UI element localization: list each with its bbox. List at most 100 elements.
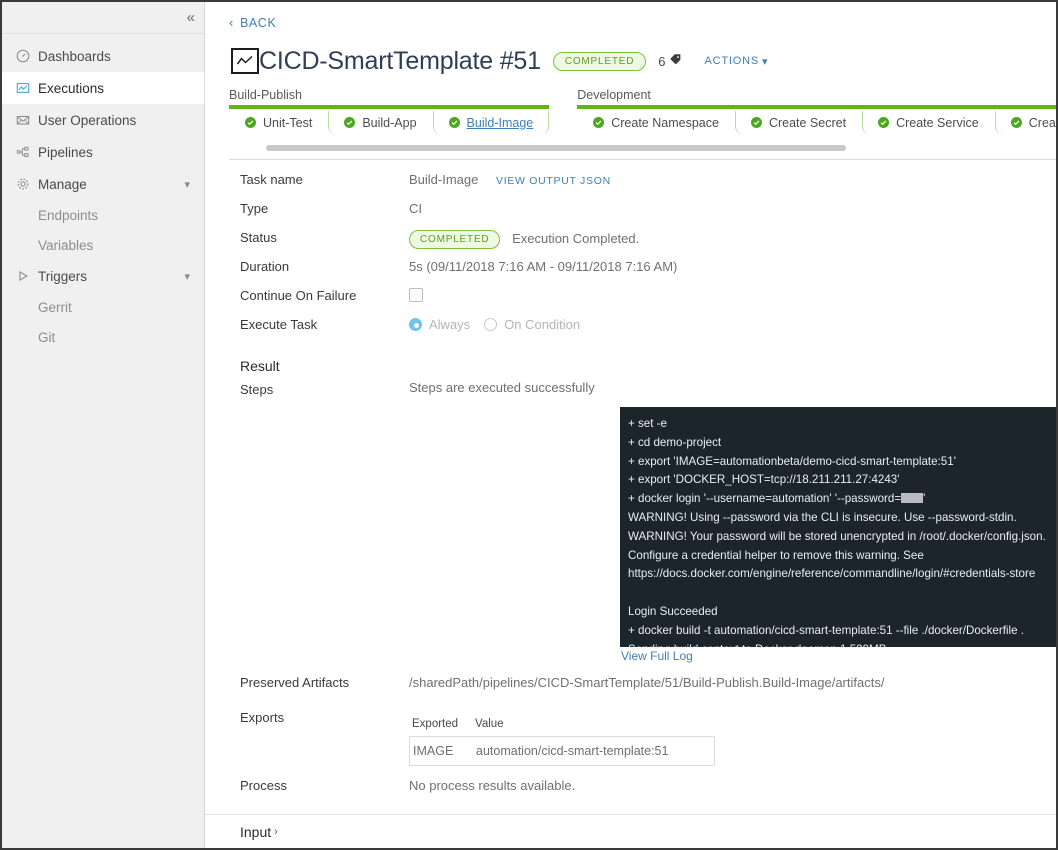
redacted-password [901, 493, 924, 504]
task-tab-build-app[interactable]: Build-App [328, 109, 432, 136]
radio-always[interactable]: Always [409, 317, 470, 332]
table-row: IMAGE automation/cicd-smart-template:51 [409, 736, 715, 766]
chevron-double-left-icon[interactable]: « [187, 10, 195, 25]
console-line: + set -e [628, 417, 667, 430]
task-tab-create-namespace[interactable]: Create Namespace [577, 109, 735, 136]
task-tab-create-service[interactable]: Create Service [862, 109, 995, 136]
detail-row-exports: Exports Exported Value IMAGE automation/… [205, 706, 1056, 766]
task-tab-build-image[interactable]: Build-Image [432, 109, 550, 136]
chevron-down-icon: ▾ [761, 55, 769, 68]
sidebar-item-triggers[interactable]: Triggers ▾ [2, 260, 204, 292]
column-header-value: Value [475, 718, 504, 730]
detail-label: Status [240, 230, 277, 245]
sidebar-item-manage[interactable]: Manage ▾ [2, 168, 204, 200]
back-row: ‹ BACK [205, 2, 1056, 40]
console-line: WARNING! Your password will be stored un… [628, 529, 1046, 543]
task-details-panel: Task name Build-Image VIEW OUTPUT JSON T… [205, 160, 1056, 848]
tag-count-value: 6 [658, 53, 666, 69]
process-value: No process results available. [409, 778, 576, 793]
detail-value: Build-Image VIEW OUTPUT JSON [409, 168, 1056, 187]
detail-value: /sharedPath/pipelines/CICD-SmartTemplate… [409, 671, 1056, 690]
sidebar-item-variables[interactable]: Variables [2, 230, 204, 260]
task-tab-unit-test[interactable]: Unit-Test [229, 109, 328, 136]
back-button[interactable]: ‹ BACK [229, 15, 276, 30]
sidebar-item-executions[interactable]: Executions [2, 72, 204, 104]
sidebar-item-label: Triggers [38, 268, 88, 284]
status-badge: COMPLETED [552, 51, 647, 71]
sidebar-subitem-label: Endpoints [38, 207, 99, 223]
console-line: https://docs.docker.com/engine/reference… [628, 567, 1036, 581]
sidebar-subitem-label: Gerrit [38, 299, 72, 315]
detail-label: Execute Task [240, 317, 318, 332]
detail-label: Preserved Artifacts [240, 675, 350, 690]
page-title: CICD-SmartTemplate #51 [259, 46, 541, 75]
sidebar-item-endpoints[interactable]: Endpoints [2, 200, 204, 230]
sidebar-item-label: Dashboards [38, 48, 111, 64]
task-tab-create-secret[interactable]: Create Secret [734, 109, 862, 136]
chevron-down-icon[interactable]: ▾ [184, 178, 190, 191]
stages-strip: Build-Publish Unit-Test Build-App Build-… [205, 88, 1056, 160]
view-output-json-link[interactable]: VIEW OUTPUT JSON [496, 175, 611, 187]
chevron-down-icon[interactable]: ▾ [184, 270, 190, 283]
detail-label: Duration [240, 259, 290, 274]
detail-value: COMPLETED Execution Completed. [409, 226, 1056, 249]
redacted-path-segment [890, 675, 927, 690]
status-badge: COMPLETED [409, 230, 501, 249]
detail-row-process: Process No process results available. [205, 774, 1056, 803]
console-log[interactable]: + set -e + cd demo-project + export 'IMA… [620, 407, 1056, 647]
radio-dot-icon [484, 318, 498, 331]
continue-on-failure-checkbox[interactable] [409, 288, 423, 302]
detail-value [409, 284, 1056, 305]
check-circle-icon [1010, 117, 1022, 128]
tag-count[interactable]: 6 [658, 53, 682, 69]
main-content: ‹ BACK CICD-SmartTemplate #51 COMPLETED … [205, 2, 1056, 848]
cell-exported: IMAGE [413, 744, 454, 758]
exports-table: Exported Value IMAGE automation/cicd-sma… [409, 718, 1056, 766]
task-tab-label: Create Deployment [1028, 115, 1056, 130]
gauge-icon [16, 49, 38, 63]
sidebar-subitem-label: Git [38, 329, 56, 345]
exports-table-header: Exported Value [409, 718, 1056, 736]
sidebar-item-gerrit[interactable]: Gerrit [2, 292, 204, 322]
console-line-text: + docker login '--username=automation' '… [628, 492, 902, 506]
sidebar-item-user-operations[interactable]: User Operations [2, 104, 204, 136]
execute-task-radio-group: Always On Condition [409, 317, 1056, 332]
detail-label: Exports [240, 710, 285, 725]
check-circle-icon [593, 117, 605, 128]
detail-row-duration: Duration 5s (09/11/2018 7:16 AM - 09/11/… [205, 255, 1056, 284]
console-line: WARNING! Using --password via the CLI is… [628, 510, 1017, 524]
detail-value: Always On Condition [409, 313, 1056, 332]
actions-button[interactable]: ACTIONS ▾ [704, 55, 768, 68]
console-line: Login Succeeded [628, 604, 718, 618]
gear-icon [16, 177, 38, 191]
task-tab-label: Unit-Test [263, 115, 313, 130]
task-tab-create-deployment[interactable]: Create Deployment [994, 109, 1056, 136]
detail-row-preserved-artifacts: Preserved Artifacts /sharedPath/pipeline… [205, 671, 1056, 700]
sidebar-item-git[interactable]: Git [2, 322, 204, 352]
input-section-toggle[interactable]: Input › [205, 814, 1056, 848]
stages-horizontal-scrollbar[interactable] [266, 145, 846, 151]
radio-label: Always [429, 317, 471, 332]
view-full-log-link[interactable]: View Full Log [621, 647, 1056, 663]
console-line: + export 'IMAGE=automationbeta/demo-cicd… [628, 454, 956, 468]
stage-name: Build-Publish [229, 88, 302, 102]
task-name-value: Build-Image [409, 172, 479, 187]
task-tab-label: Build-App [362, 115, 417, 130]
play-outline-icon [16, 269, 38, 283]
sidebar-item-label: Executions [38, 80, 105, 96]
radio-dot-icon [409, 318, 422, 331]
chevron-left-icon: ‹ [229, 15, 234, 30]
redacted-header-area [792, 46, 865, 76]
detail-row-steps: Steps Steps are executed successfully [205, 378, 1056, 407]
title-row: CICD-SmartTemplate #51 COMPLETED 6 ACTIO… [205, 40, 1056, 82]
console-line-suffix: ' [923, 492, 926, 506]
task-tab-label: Build-Image [466, 115, 534, 130]
task-tab-label: Create Secret [768, 115, 847, 130]
check-circle-icon [245, 117, 256, 128]
detail-label: Steps [240, 382, 274, 397]
detail-row-execute-task: Execute Task Always On Condition [205, 313, 1056, 342]
sidebar-item-dashboards[interactable]: Dashboards [2, 40, 204, 72]
stage-build-publish: Build-Publish Unit-Test Build-App Build-… [229, 88, 550, 136]
radio-on-condition[interactable]: On Condition [484, 317, 580, 332]
sidebar-item-pipelines[interactable]: Pipelines [2, 136, 204, 168]
